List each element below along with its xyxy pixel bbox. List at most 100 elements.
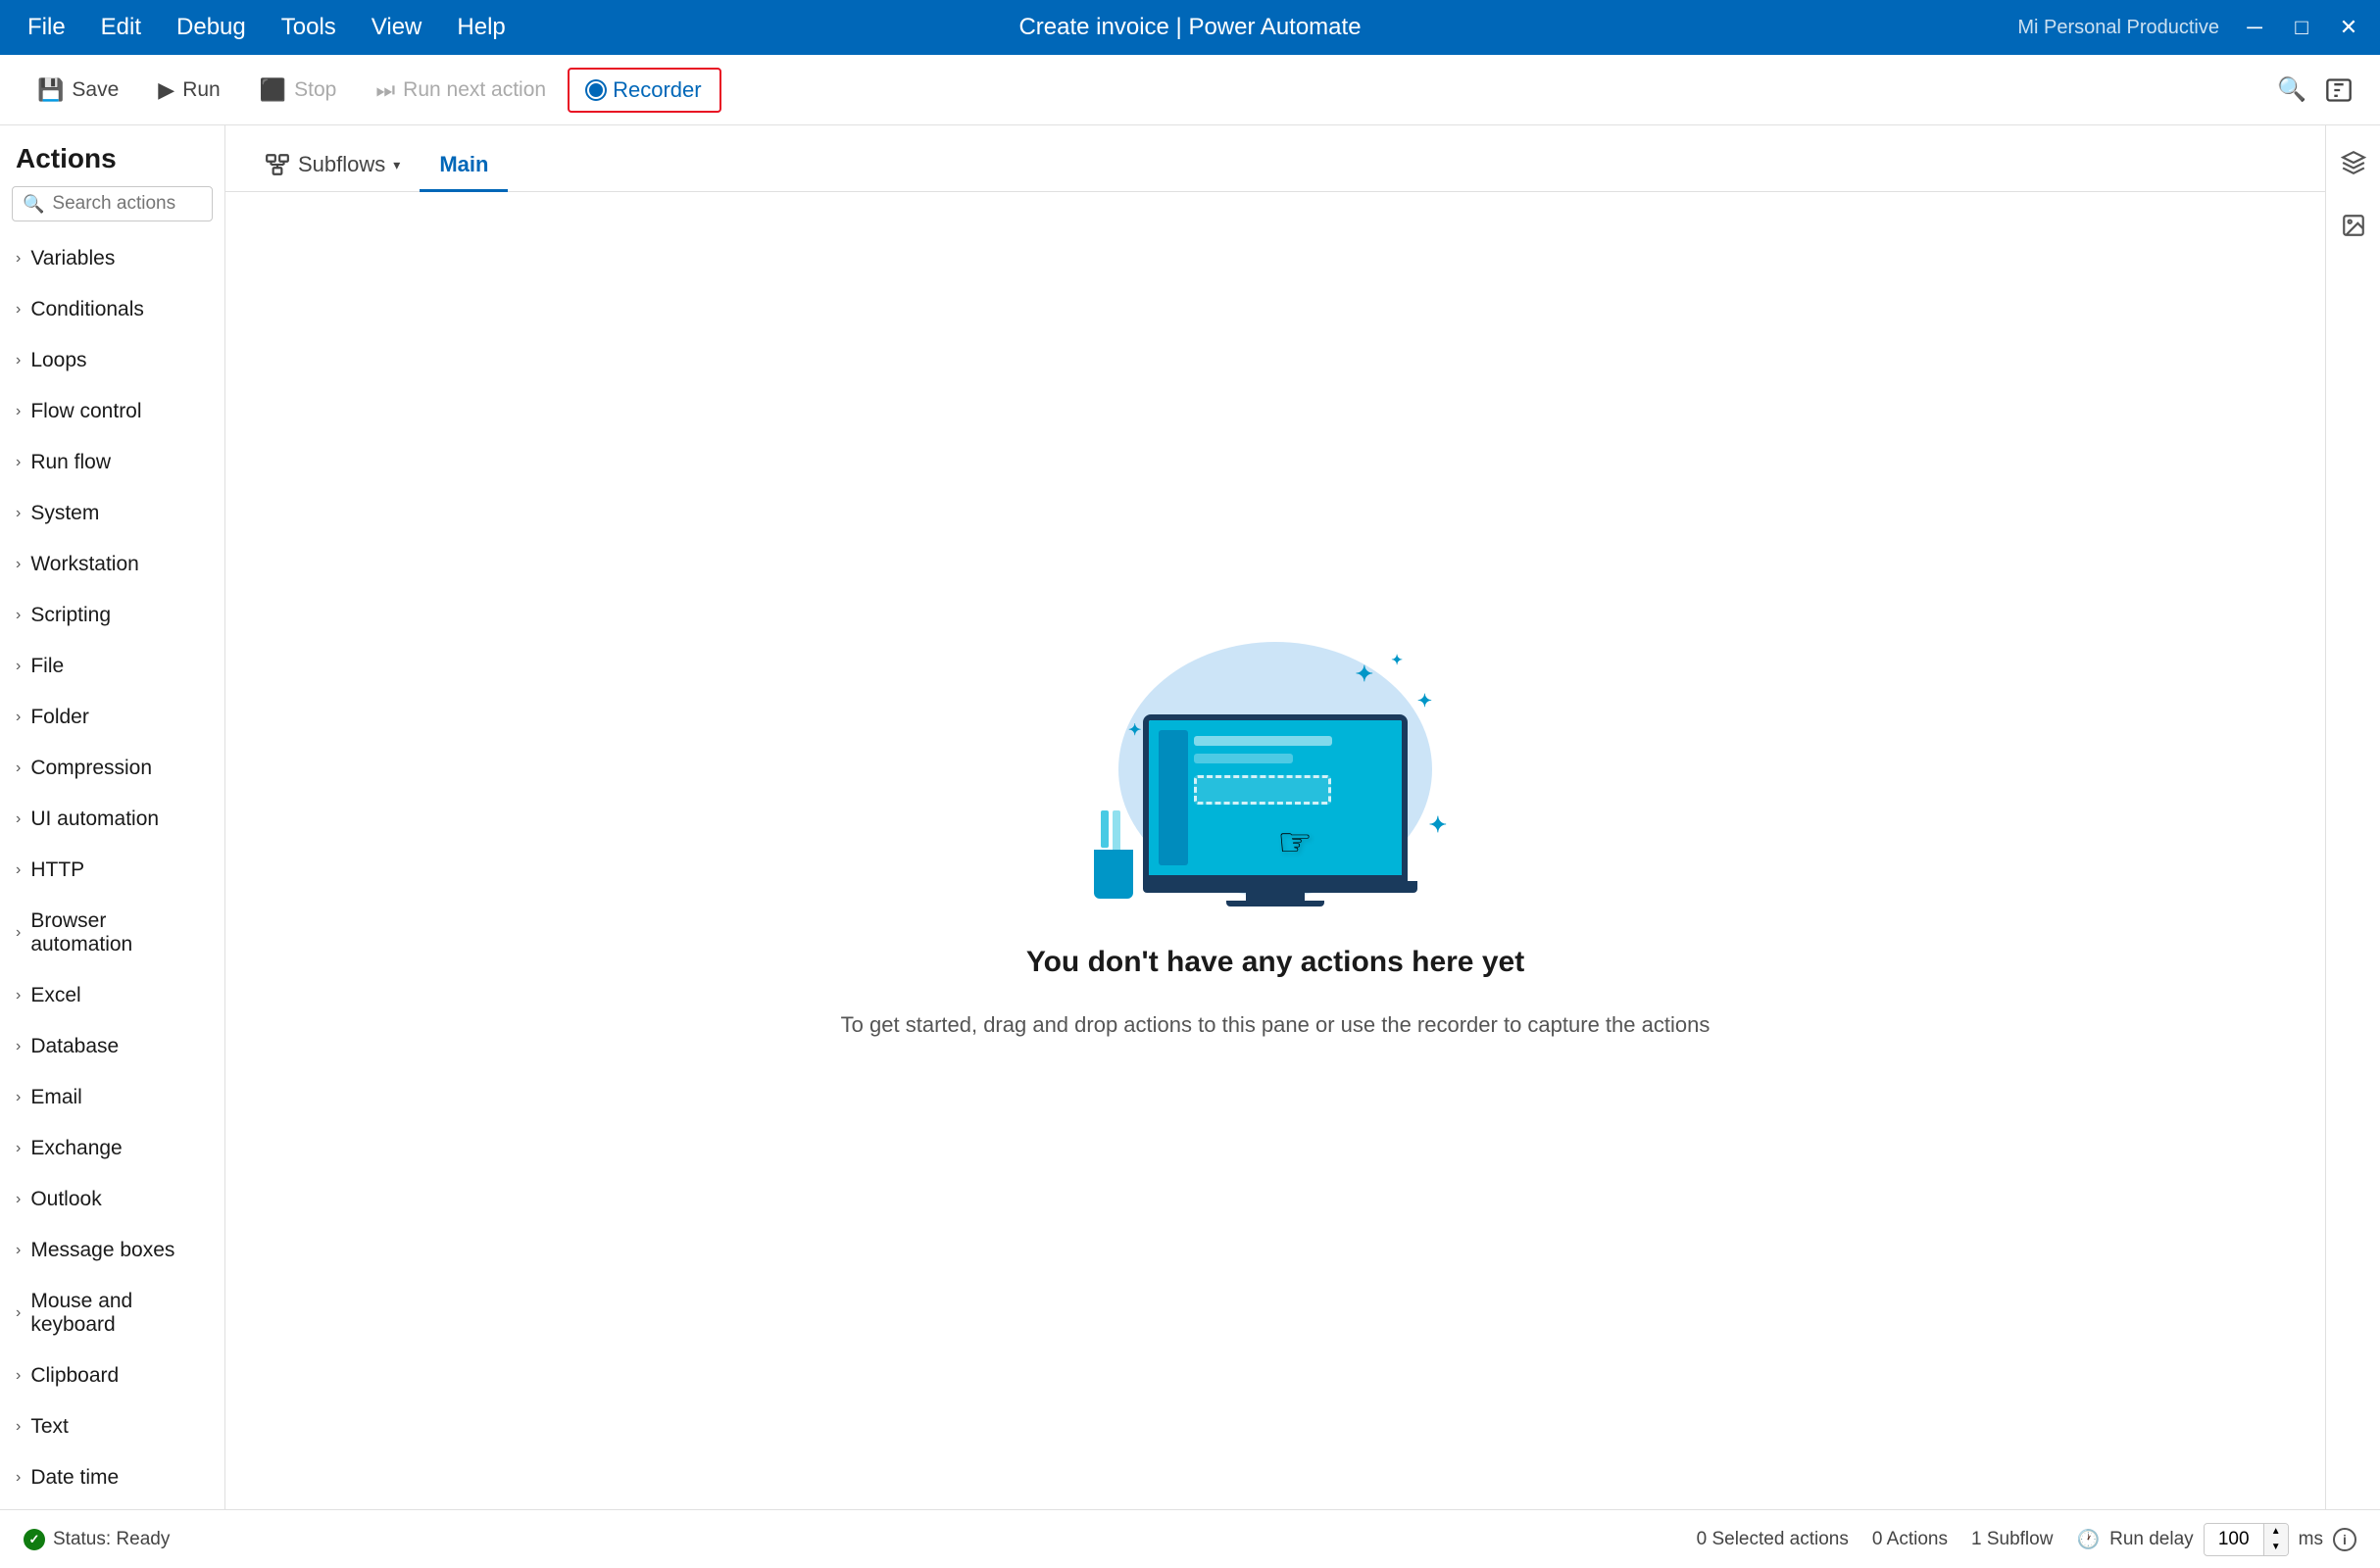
- sidebar-item-label: File: [30, 655, 64, 678]
- status-ready: Status: Ready: [24, 1529, 170, 1550]
- status-ready-icon: [24, 1529, 45, 1550]
- sidebar-item-label: Folder: [30, 706, 89, 729]
- run-button[interactable]: ▶ Run: [140, 70, 237, 111]
- sidebar-item-loops[interactable]: › Loops: [0, 335, 224, 386]
- sidebar-item-label: Scripting: [30, 604, 111, 627]
- sidebar-item-label: Message boxes: [30, 1239, 174, 1262]
- sidebar-item-folder[interactable]: › Folder: [0, 692, 224, 743]
- chevron-right-icon: ›: [16, 987, 21, 1004]
- sidebar-item-conditionals[interactable]: › Conditionals: [0, 284, 224, 335]
- pen-holder: [1089, 830, 1138, 899]
- sidebar-item-variables[interactable]: › Variables: [0, 233, 224, 284]
- close-button[interactable]: ✕: [2329, 8, 2368, 47]
- minimize-button[interactable]: ─: [2235, 8, 2274, 47]
- sidebar-item-run-flow[interactable]: › Run flow: [0, 437, 224, 488]
- sidebar-item-label: Database: [30, 1035, 119, 1058]
- dotted-selection-box: [1194, 775, 1331, 805]
- delay-increment-button[interactable]: ▲: [2264, 1524, 2288, 1540]
- save-button[interactable]: 💾 Save: [20, 70, 136, 111]
- selected-actions-count: 0 Selected actions: [1697, 1529, 1849, 1550]
- sidebar-item-label: Text: [30, 1415, 69, 1439]
- chevron-right-icon: ›: [16, 1038, 21, 1055]
- toolbar-search-icon[interactable]: 🔍: [2270, 69, 2313, 112]
- layers-icon[interactable]: [2332, 141, 2375, 184]
- stop-icon: ⬛: [260, 77, 286, 103]
- run-delay-input[interactable]: [2205, 1525, 2263, 1554]
- laptop-base: [1143, 881, 1417, 893]
- chevron-right-icon: ›: [16, 760, 21, 777]
- sidebar-item-label: Flow control: [30, 400, 141, 423]
- recorder-button[interactable]: Recorder: [568, 68, 720, 113]
- chevron-right-icon: ›: [16, 403, 21, 420]
- sidebar-item-message-boxes[interactable]: › Message boxes: [0, 1225, 224, 1276]
- menu-help[interactable]: Help: [441, 8, 521, 47]
- delay-unit-label: ms: [2299, 1529, 2323, 1550]
- sidebar-item-database[interactable]: › Database: [0, 1021, 224, 1072]
- chevron-right-icon: ›: [16, 861, 21, 879]
- sidebar-item-label: Outlook: [30, 1188, 101, 1211]
- pen: [1089, 810, 1097, 855]
- menu-edit[interactable]: Edit: [85, 8, 157, 47]
- screen-bar-1: [1194, 736, 1332, 746]
- empty-state-illustration: ✦ ✦ ✦ ✦ ✦: [1089, 642, 1462, 916]
- sidebar-item-label: Excel: [30, 984, 80, 1007]
- sidebar-item-label: Date time: [30, 1466, 119, 1490]
- chevron-right-icon: ›: [16, 924, 21, 942]
- tab-subflows[interactable]: Subflows ▾: [245, 140, 420, 192]
- sidebar-item-scripting[interactable]: › Scripting: [0, 590, 224, 641]
- chevron-right-icon: ›: [16, 658, 21, 675]
- maximize-button[interactable]: □: [2282, 8, 2321, 47]
- run-next-icon: ⏭: [375, 77, 395, 103]
- screen-content: [1149, 720, 1402, 875]
- chevron-right-icon: ›: [16, 1140, 21, 1157]
- sidebar-search[interactable]: 🔍: [12, 186, 213, 221]
- right-panel: [2325, 125, 2380, 1509]
- menu-view[interactable]: View: [356, 8, 438, 47]
- sidebar-item-workstation[interactable]: › Workstation: [0, 539, 224, 590]
- sidebar-item-datetime[interactable]: › Date time: [0, 1452, 224, 1503]
- image-icon[interactable]: [2332, 204, 2375, 247]
- title-bar: File Edit Debug Tools View Help Create i…: [0, 0, 2380, 55]
- sidebar-item-clipboard[interactable]: › Clipboard: [0, 1350, 224, 1401]
- sidebar-item-label: Conditionals: [30, 298, 144, 321]
- sidebar-item-email[interactable]: › Email: [0, 1072, 224, 1123]
- tab-subflows-label: Subflows: [298, 152, 385, 177]
- chevron-right-icon: ›: [16, 301, 21, 318]
- tabs-bar: Subflows ▾ Main: [225, 125, 2325, 192]
- chevron-right-icon: ›: [16, 1242, 21, 1259]
- sidebar-item-compression[interactable]: › Compression: [0, 743, 224, 794]
- empty-state-title: You don't have any actions here yet: [1026, 946, 1524, 979]
- delay-info-icon[interactable]: i: [2333, 1528, 2356, 1551]
- toolbar-variable-icon[interactable]: [2317, 69, 2360, 112]
- delay-decrement-button[interactable]: ▼: [2264, 1540, 2288, 1555]
- sidebar-item-flow-control[interactable]: › Flow control: [0, 386, 224, 437]
- chevron-right-icon: ›: [16, 1304, 21, 1322]
- stop-button[interactable]: ⬛ Stop: [242, 70, 355, 111]
- tab-main-label: Main: [439, 152, 488, 177]
- sidebar-item-browser-automation[interactable]: › Browser automation: [0, 896, 224, 970]
- status-bar: Status: Ready 0 Selected actions 0 Actio…: [0, 1509, 2380, 1568]
- laptop-foot: [1226, 901, 1324, 906]
- sidebar-item-outlook[interactable]: › Outlook: [0, 1174, 224, 1225]
- sidebar-item-mouse-keyboard[interactable]: › Mouse and keyboard: [0, 1276, 224, 1350]
- sidebar-item-ui-automation[interactable]: › UI automation: [0, 794, 224, 845]
- run-next-button[interactable]: ⏭ Run next action: [358, 70, 564, 111]
- tab-main[interactable]: Main: [420, 140, 508, 192]
- sidebar-item-file[interactable]: › File: [0, 641, 224, 692]
- pen-cup: [1094, 850, 1133, 899]
- save-icon: 💾: [37, 77, 64, 103]
- sidebar-item-text[interactable]: › Text: [0, 1401, 224, 1452]
- stop-label: Stop: [294, 78, 336, 102]
- menu-file[interactable]: File: [12, 8, 81, 47]
- sidebar-item-label: Mouse and keyboard: [30, 1290, 209, 1337]
- sidebar-item-system[interactable]: › System: [0, 488, 224, 539]
- sidebar-item-exchange[interactable]: › Exchange: [0, 1123, 224, 1174]
- menu-debug[interactable]: Debug: [161, 8, 262, 47]
- sidebar-item-excel[interactable]: › Excel: [0, 970, 224, 1021]
- content-area: Subflows ▾ Main ✦ ✦ ✦ ✦ ✦: [225, 125, 2325, 1509]
- delay-input-wrapper[interactable]: ▲ ▼: [2204, 1523, 2289, 1556]
- save-label: Save: [72, 78, 119, 102]
- sidebar-item-http[interactable]: › HTTP: [0, 845, 224, 896]
- menu-tools[interactable]: Tools: [266, 8, 352, 47]
- chevron-right-icon: ›: [16, 250, 21, 268]
